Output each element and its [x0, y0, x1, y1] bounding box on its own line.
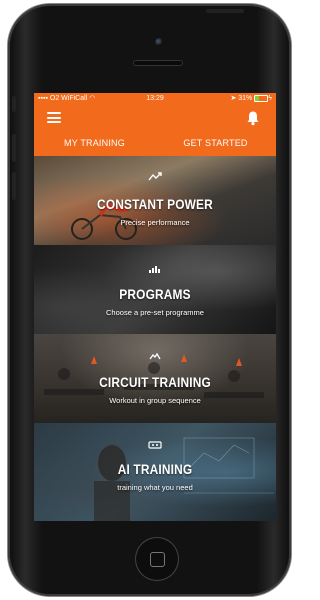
- battery-icon: [254, 94, 269, 102]
- home-square-icon: [150, 552, 165, 567]
- card-title: PROGRAMS: [119, 286, 191, 302]
- battery-percent: 31%: [238, 95, 253, 102]
- card-title: CIRCUIT TRAINING: [99, 374, 211, 390]
- card-title: CONSTANT POWER: [97, 196, 213, 212]
- battery-status: ➤ 31% ϟ: [230, 93, 272, 105]
- front-camera: [155, 38, 163, 46]
- ai-icon: [148, 441, 162, 449]
- charging-icon: ϟ: [268, 95, 272, 102]
- notification-bell-icon[interactable]: [246, 110, 260, 126]
- power-icon: [148, 172, 162, 181]
- card-subtitle: Precise performance: [120, 218, 190, 227]
- status-bar: ▪▪▪▪ O2 WiFiCall ◠ 13:29 ➤ 31% ϟ: [34, 93, 276, 105]
- tab-my-training[interactable]: MY TRAINING: [34, 131, 155, 156]
- hamburger-menu-icon[interactable]: [47, 112, 61, 123]
- app-header: [34, 105, 276, 131]
- card-subtitle: training what you need: [117, 483, 193, 492]
- card-programs[interactable]: PROGRAMS Choose a pre-set programme: [34, 245, 276, 334]
- earpiece-speaker: [133, 60, 183, 66]
- volume-up-button: [12, 134, 16, 162]
- card-constant-power[interactable]: CONSTANT POWER Precise performance: [34, 156, 276, 245]
- volume-down-button: [12, 172, 16, 200]
- app-screen: ▪▪▪▪ O2 WiFiCall ◠ 13:29 ➤ 31% ϟ MY TRAIN…: [34, 93, 276, 521]
- power-button: [206, 9, 244, 13]
- programs-icon: [149, 266, 160, 273]
- circuit-icon: [149, 352, 161, 360]
- tab-bar: MY TRAINING GET STARTED: [34, 131, 276, 156]
- tab-get-started[interactable]: GET STARTED: [155, 131, 276, 156]
- card-circuit-training[interactable]: CIRCUIT TRAINING Workout in group sequen…: [34, 334, 276, 423]
- home-button[interactable]: [135, 537, 179, 581]
- card-ai-training[interactable]: AI TRAINING training what you need: [34, 423, 276, 521]
- card-subtitle: Choose a pre-set programme: [106, 308, 204, 317]
- card-title: AI TRAINING: [117, 461, 193, 477]
- card-subtitle: Workout in group sequence: [109, 396, 201, 405]
- mute-switch: [12, 96, 16, 112]
- location-arrow-icon: ➤: [230, 95, 237, 102]
